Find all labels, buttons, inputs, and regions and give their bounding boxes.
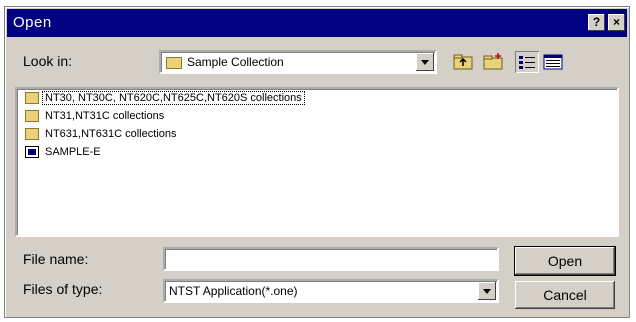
- open-dialog: Open ? × Look in: Sample Collection NT30…: [4, 6, 630, 318]
- chevron-down-icon[interactable]: [478, 282, 496, 300]
- folder-icon: [166, 57, 182, 69]
- title-bar[interactable]: Open ? ×: [7, 9, 627, 37]
- look-in-label: Look in:: [23, 53, 73, 69]
- files-of-type-dropdown[interactable]: NTST Application(*.one): [163, 279, 499, 303]
- help-button[interactable]: ?: [588, 14, 605, 31]
- close-button[interactable]: ×: [608, 14, 625, 31]
- chevron-down-icon[interactable]: [416, 53, 434, 71]
- details-view-icon[interactable]: [541, 51, 565, 73]
- document-icon: [25, 146, 39, 158]
- files-of-type-label: Files of type:: [23, 281, 103, 297]
- open-button[interactable]: Open: [514, 246, 616, 276]
- files-of-type-value: NTST Application(*.one): [169, 284, 298, 298]
- up-one-level-icon[interactable]: [451, 51, 475, 73]
- cancel-button[interactable]: Cancel: [515, 281, 615, 309]
- look-in-dropdown[interactable]: Sample Collection: [159, 50, 437, 74]
- folder-icon: [25, 92, 39, 104]
- create-new-folder-icon[interactable]: [481, 51, 505, 73]
- file-name-input[interactable]: [163, 247, 499, 271]
- file-list[interactable]: NT30, NT30C, NT620C,NT625C,NT620S collec…: [15, 87, 619, 237]
- folder-icon: [25, 128, 39, 140]
- window-title: Open: [13, 14, 52, 31]
- look-in-value: Sample Collection: [187, 55, 284, 69]
- folder-icon: [25, 110, 39, 122]
- list-view-icon[interactable]: [515, 51, 539, 73]
- file-name-label: File name:: [23, 251, 89, 267]
